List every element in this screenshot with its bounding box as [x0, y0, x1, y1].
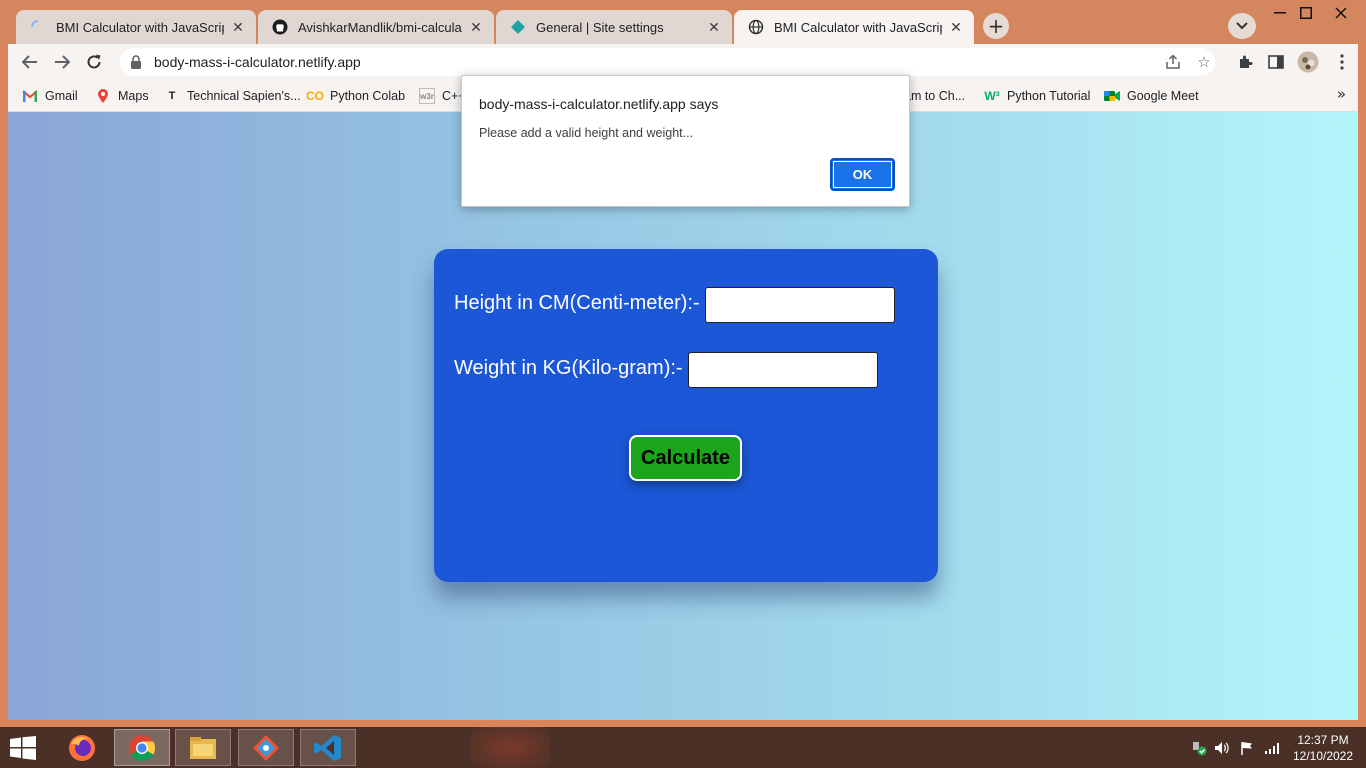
maximize-icon[interactable] — [1286, 2, 1326, 24]
tab-title: General | Site settings — [536, 19, 664, 35]
tab-site-settings[interactable]: General | Site settings ✕ — [496, 10, 732, 44]
w3-icon: W³ — [984, 89, 1000, 103]
volume-icon[interactable] — [1213, 739, 1231, 757]
w3schools-icon: w3r — [419, 88, 435, 104]
bmi-form-card: Height in CM(Centi-meter):- Weight in KG… — [434, 249, 938, 582]
bookmark-label: Maps — [118, 89, 149, 103]
bookmark-label: am to Ch... — [904, 89, 966, 103]
clock-time: 12:37 PM — [1297, 733, 1349, 747]
bookmark-label: Gmail — [45, 89, 78, 103]
dialog-message: Please add a valid height and weight... — [479, 126, 694, 140]
tab-title: BMI Calculator with JavaScript — [774, 19, 942, 35]
close-window-icon[interactable] — [1321, 2, 1361, 24]
bookmark-label: Google Meet — [1127, 89, 1199, 103]
tab-bmi-calculator-active[interactable]: BMI Calculator with JavaScript ✕ — [734, 10, 974, 44]
close-icon[interactable]: ✕ — [230, 19, 246, 35]
system-clock[interactable]: 12:37 PM 12/10/2022 — [1290, 732, 1356, 764]
star-icon[interactable]: ☆ — [1194, 52, 1214, 72]
file-explorer-icon[interactable] — [175, 729, 231, 766]
globe-icon — [748, 19, 764, 35]
chevron-down-icon[interactable] — [1228, 13, 1256, 39]
address-bar[interactable]: body-mass-i-calculator.netlify.app — [120, 48, 1215, 76]
flag-icon[interactable] — [1238, 739, 1256, 757]
bookmark-am-to-ch[interactable]: am to Ch... — [904, 85, 965, 107]
signal-icon[interactable] — [1263, 739, 1281, 757]
more-menu-icon[interactable] — [1330, 50, 1354, 74]
avatar[interactable] — [1296, 50, 1320, 74]
height-label: Height in CM(Centi-meter):- — [454, 292, 700, 314]
bookmark-label: Technical Sapien's... — [187, 89, 301, 103]
ok-button[interactable]: OK — [830, 158, 895, 191]
vscode-icon[interactable] — [300, 729, 356, 766]
netlify-icon — [510, 19, 526, 35]
bookmark-label: Python Tutorial — [1007, 89, 1091, 103]
bookmark-technical-sapiens[interactable]: T Technical Sapien's... — [164, 85, 301, 107]
reload-icon[interactable] — [80, 48, 108, 76]
bookmark-cpp[interactable]: w3r C++ — [419, 85, 466, 107]
tab-bmi-calculator-1[interactable]: BMI Calculator with JavaScript ✕ — [16, 10, 256, 44]
calculate-button[interactable]: Calculate — [629, 435, 742, 481]
back-arrow-icon[interactable] — [16, 48, 44, 76]
windows-start-icon[interactable] — [6, 735, 40, 761]
colab-icon: CO — [306, 89, 324, 103]
bookmark-t-icon: T — [168, 90, 176, 102]
bookmark-python-colab[interactable]: CO Python Colab — [306, 85, 406, 107]
bookmark-gmail[interactable]: Gmail — [22, 85, 78, 107]
maps-icon — [95, 88, 111, 104]
loading-spinner-icon — [30, 19, 46, 35]
bookmark-python-tutorial[interactable]: W³ Python Tutorial — [984, 85, 1090, 107]
weight-label: Weight in KG(Kilo-gram):- — [454, 357, 683, 379]
git-icon[interactable] — [238, 729, 294, 766]
chevron-double-right-icon[interactable]: » — [1337, 85, 1346, 103]
tab-title: AvishkarMandlik/bmi-calculator-j — [298, 19, 462, 35]
height-input[interactable] — [705, 287, 895, 323]
close-icon[interactable]: ✕ — [706, 19, 722, 35]
chrome-icon[interactable] — [114, 729, 170, 766]
alert-dialog: body-mass-i-calculator.netlify.app says … — [461, 75, 910, 207]
weight-input[interactable] — [688, 352, 878, 388]
tab-strip: BMI Calculator with JavaScript ✕ Avishka… — [0, 0, 1366, 44]
tab-github[interactable]: AvishkarMandlik/bmi-calculator-j ✕ — [258, 10, 494, 44]
url-text: body-mass-i-calculator.netlify.app — [154, 54, 361, 70]
gmail-icon — [22, 88, 38, 104]
dialog-title: body-mass-i-calculator.netlify.app says — [479, 96, 719, 112]
clock-date: 12/10/2022 — [1292, 749, 1354, 763]
bookmark-label: Python Colab — [330, 89, 406, 103]
network-status-icon[interactable] — [1190, 739, 1208, 757]
forward-arrow-icon[interactable] — [48, 48, 76, 76]
lock-icon[interactable] — [128, 54, 144, 70]
close-icon[interactable]: ✕ — [948, 19, 964, 35]
new-tab-button[interactable]: + — [983, 13, 1009, 39]
meet-icon — [1104, 88, 1120, 104]
bookmark-google-meet[interactable]: Google Meet — [1104, 85, 1199, 107]
taskbar: 12:37 PM 12/10/2022 — [0, 727, 1366, 768]
share-icon[interactable] — [1163, 52, 1183, 72]
bookmark-maps[interactable]: Maps — [95, 85, 149, 107]
firefox-icon[interactable] — [54, 729, 110, 766]
close-icon[interactable]: ✕ — [468, 19, 484, 35]
taskbar-glow — [470, 727, 550, 768]
github-icon — [272, 19, 288, 35]
side-panel-icon[interactable] — [1264, 50, 1288, 74]
tab-title: BMI Calculator with JavaScript — [56, 19, 224, 35]
extensions-icon[interactable] — [1233, 50, 1257, 74]
